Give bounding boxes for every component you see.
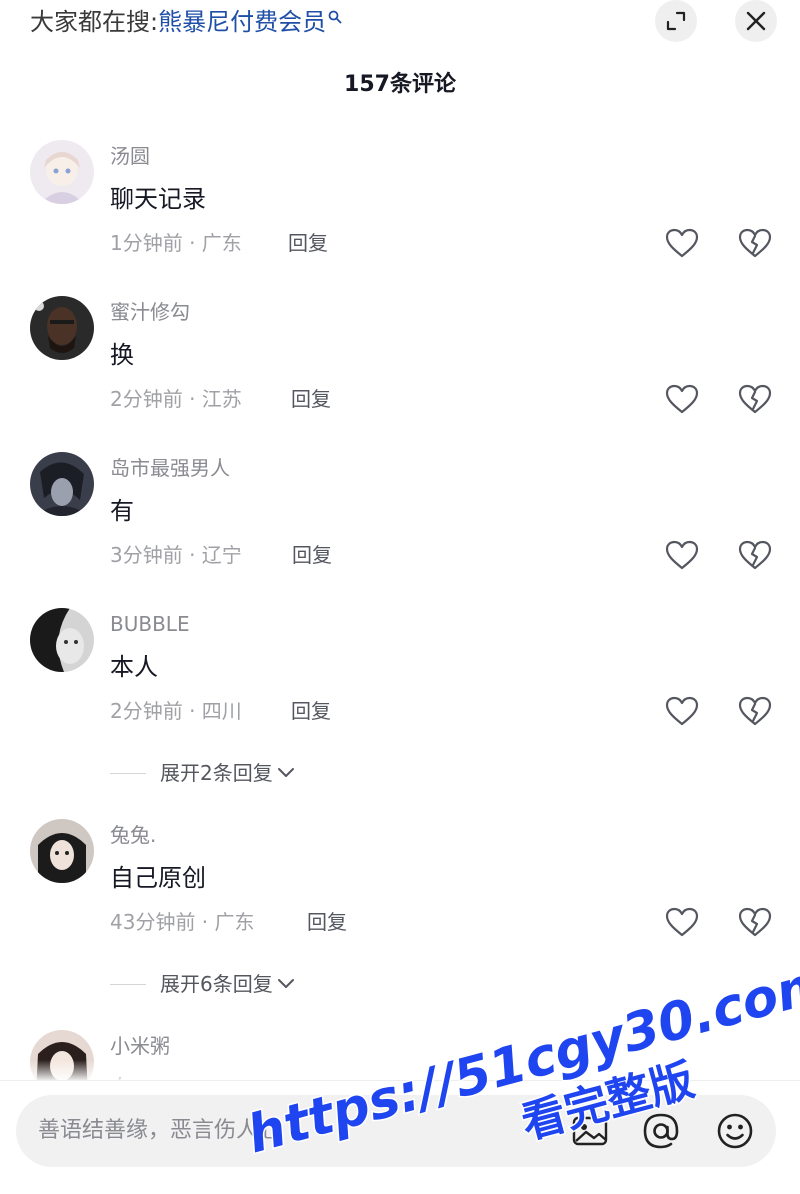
comment-text: 换 [110, 341, 134, 369]
search-suggestion-prefix: 大家都在搜: [30, 8, 159, 36]
chevron-down-icon [277, 768, 294, 777]
comment-text: 聊天记录 [110, 185, 206, 213]
expand-replies-button[interactable]: 展开6条回复 [110, 969, 295, 999]
expand-replies-button[interactable]: 展开2条回复 [110, 758, 295, 788]
broken-heart-icon[interactable] [737, 227, 773, 259]
list-fade [0, 1060, 800, 1082]
heart-outline-icon[interactable] [664, 227, 700, 259]
reply-button[interactable]: 回复 [292, 540, 332, 570]
broken-heart-icon[interactable] [737, 539, 773, 571]
comment-count-title: 157条评论 [344, 72, 456, 97]
search-suggestion-keyword[interactable]: 熊暴尼付费会员 [158, 8, 326, 36]
comment-input[interactable]: 善语结善缘，恶言伤人心 [16, 1095, 776, 1167]
reply-button[interactable]: 回复 [291, 696, 331, 726]
avatar[interactable] [30, 296, 94, 360]
avatar[interactable] [30, 140, 94, 204]
emoji-icon[interactable] [713, 1109, 757, 1153]
comment-username[interactable]: 兔兔. [110, 821, 156, 849]
expand-divider [110, 983, 146, 985]
expand-replies-label: 展开2条回复 [160, 761, 273, 785]
close-button[interactable] [735, 0, 777, 42]
at-icon[interactable] [639, 1109, 683, 1153]
reply-button[interactable]: 回复 [291, 384, 331, 414]
comment-meta: 2分钟前 · 四川 [110, 699, 242, 723]
magnifier-icon [328, 10, 342, 24]
heart-outline-icon[interactable] [664, 539, 700, 571]
reply-button[interactable]: 回复 [307, 907, 347, 937]
expand-icon [666, 11, 686, 31]
broken-heart-icon[interactable] [737, 695, 773, 727]
comment-input-placeholder: 善语结善缘，恶言伤人心 [38, 1118, 281, 1143]
comment-input-bar: 善语结善缘，恶言伤人心 [0, 1080, 800, 1194]
comment-meta: 43分钟前 · 广东 [110, 910, 255, 934]
chevron-down-icon [277, 979, 294, 988]
heart-outline-icon[interactable] [664, 383, 700, 415]
image-icon[interactable] [568, 1109, 612, 1153]
expand-divider [110, 772, 146, 774]
heart-outline-icon[interactable] [664, 906, 700, 938]
close-icon [746, 11, 766, 31]
avatar[interactable] [30, 452, 94, 516]
comment-username[interactable]: 汤圆 [110, 142, 150, 170]
top-bar: 大家都在搜:熊暴尼付费会员 [0, 0, 800, 44]
watermark: https://51cgy30.com 看完整版 [240, 951, 800, 1167]
comment-text: 有 [110, 497, 134, 525]
expand-button[interactable] [655, 0, 697, 42]
broken-heart-icon[interactable] [737, 383, 773, 415]
expand-replies-label: 展开6条回复 [160, 972, 273, 996]
avatar[interactable] [30, 608, 94, 672]
heart-outline-icon[interactable] [664, 695, 700, 727]
comment-username[interactable]: 蜜汁修勾 [110, 298, 190, 326]
comment-username[interactable]: BUBBLE [110, 610, 190, 638]
avatar[interactable] [30, 819, 94, 883]
comment-meta: 3分钟前 · 辽宁 [110, 543, 242, 567]
comment-meta: 2分钟前 · 江苏 [110, 387, 242, 411]
comment-text: 本人 [110, 653, 158, 681]
comment-username[interactable]: 岛市最强男人 [110, 454, 230, 482]
search-suggestion[interactable]: 大家都在搜:熊暴尼付费会员 [30, 6, 342, 38]
comment-meta: 1分钟前 · 广东 [110, 231, 242, 255]
reply-button[interactable]: 回复 [288, 228, 328, 258]
comment-username[interactable]: 小米粥 [110, 1032, 170, 1060]
comment-text: 自己原创 [110, 864, 206, 892]
broken-heart-icon[interactable] [737, 906, 773, 938]
